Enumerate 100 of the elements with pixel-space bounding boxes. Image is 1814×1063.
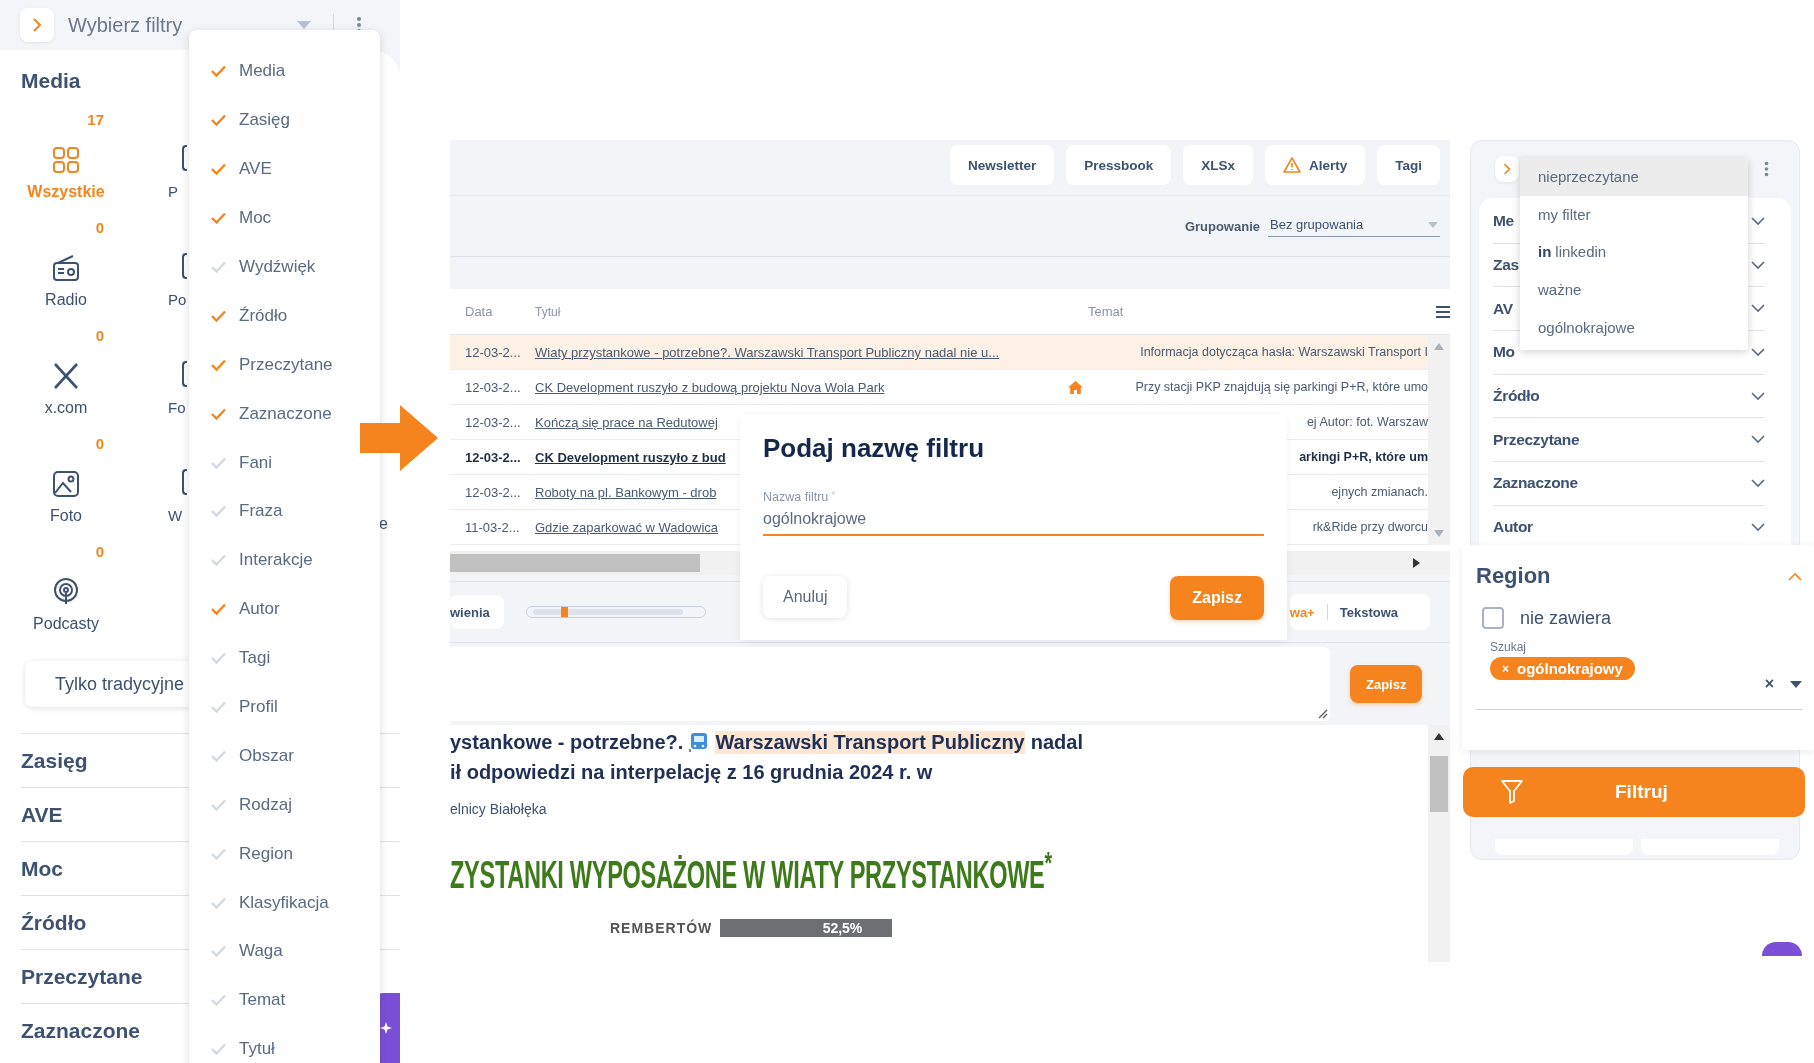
menu-item[interactable]: Tytuł [189,1024,380,1063]
grouping-select[interactable]: Bez grupowania [1268,215,1440,237]
resize-handle-icon[interactable] [1316,707,1328,719]
topic-cell: arkingi P+R, które um [1299,450,1428,464]
chevron-down-icon[interactable] [1751,304,1765,314]
scrollbar[interactable] [1428,335,1450,545]
menu-item[interactable]: Moc [189,193,380,243]
caret-icon[interactable] [1790,680,1802,688]
chevron-right-icon [1503,162,1511,175]
menu-item[interactable]: in linkedin [1520,233,1748,271]
title-link[interactable]: Wiaty przystankowe - potrzebne?. Warszawski Transport Publiczny nadal nie u... [535,345,1000,360]
section-heading[interactable]: Zaznaczone [1493,474,1578,493]
toolbar-button[interactable]: XLSx [1183,145,1253,185]
menu-item[interactable]: ogólnokrajowe [1520,308,1748,346]
expand-button[interactable] [1495,155,1519,182]
chevron-down-icon[interactable] [1751,216,1765,226]
table-row[interactable]: 12-03-2... CK Development ruszyło z budową projektu Nova Wola Park Przy stacji PKP znajdują się parkingi P+R, które umo [450,370,1428,405]
toolbar-button[interactable]: Newsletter [949,145,1055,185]
partial-icon [182,469,187,495]
article-text: ystankowe - potrzebne?. [450,730,684,754]
toolbar-button[interactable]: Pressbook [1066,145,1172,185]
chevron-up-icon[interactable] [1788,572,1802,581]
menu-item[interactable]: Waga [189,927,380,976]
scroll-down-icon[interactable] [1434,530,1444,537]
title-link[interactable]: Roboty na pl. Bankowym - drob [535,485,717,500]
checkbox-label[interactable]: nie zawiera [1520,607,1612,629]
media-type-item[interactable]: 0 Foto [0,433,132,541]
region-search-field[interactable]: Szukaj × ogólnokrajowy × [1476,637,1802,710]
toolbar-button[interactable]: Tagi [1377,145,1440,185]
view-mode-tab[interactable]: Tekstowa [1327,604,1410,620]
filter-name-field[interactable]: ogólnokrajowe [763,504,1264,536]
media-type-label[interactable]: Po [168,291,187,308]
chevron-down-icon[interactable] [1751,478,1765,488]
section-heading[interactable]: Przeczytane [1493,430,1580,449]
section-heading[interactable]: Autor [1493,518,1533,537]
scroll-right-icon[interactable] [1413,558,1420,568]
menu-item-label: ważne [1538,281,1582,299]
title-link[interactable]: CK Development ruszyło z bud [535,450,726,465]
menu-item[interactable]: ważne [1520,270,1748,309]
menu-item[interactable]: Wydźwięk [189,242,380,292]
section-heading[interactable]: Zas [1493,256,1519,275]
scrollbar-thumb[interactable] [450,554,700,572]
menu-icon[interactable] [1436,305,1450,318]
menu-item[interactable]: Temat [189,975,380,1025]
section-heading[interactable]: AV [1493,299,1513,318]
assistant-button[interactable] [1762,942,1802,956]
checkbox[interactable] [1482,607,1504,629]
menu-item[interactable]: Klasyfikacja [189,878,380,928]
chevron-down-icon[interactable] [1751,260,1765,270]
cancel-button[interactable]: Anuluj [763,576,848,618]
note-field[interactable] [450,647,1330,721]
filter-select[interactable]: Wybierz filtry [68,13,283,37]
scrollbar[interactable] [1428,725,1450,962]
menu-item[interactable]: Przeczytane [189,340,380,390]
menu-item[interactable]: Obszar [189,731,380,781]
menu-item[interactable]: Zasięg [189,95,380,145]
title-link[interactable]: Gdzie zaparkować w Wadowica [535,520,719,535]
menu-item-label: nieprzeczytane [1538,168,1639,186]
partial-icon [182,253,187,279]
scrollbar-thumb[interactable] [1430,756,1448,812]
menu-item[interactable]: Rodzaj [189,780,380,830]
menu-item[interactable]: Zaznaczone [189,389,380,439]
clear-button[interactable]: × [1764,675,1774,693]
chevron-down-icon[interactable] [1751,435,1765,445]
title-link[interactable]: Kończą się prace na Redutowej [535,415,718,430]
view-button[interactable]: wienia [450,595,504,629]
table-row[interactable]: 12-03-2... Wiaty przystankowe - potrzebne?. Warszawski Transport Publiczny nadal nie u... Informacja dotycząca hasła: Warszawski Transport I [450,335,1428,370]
slider-thumb[interactable] [561,607,569,617]
bar-label: REMBERTÓW [610,920,713,936]
title-link[interactable]: CK Development ruszyło z budową projektu Nova Wola Park [535,380,885,395]
section-heading[interactable]: Me [1493,212,1514,231]
menu-item[interactable]: Interakcje [189,535,380,585]
menu-item[interactable]: Autor [189,584,380,634]
section-heading[interactable]: Mo [1493,343,1515,362]
menu-item-label: Moc [239,208,272,229]
scroll-up-icon[interactable] [1434,733,1444,740]
chevron-down-icon[interactable] [1751,391,1765,401]
menu-item[interactable]: Źródło [189,291,380,341]
more-icon[interactable] [1764,160,1769,177]
menu-item[interactable]: my filter [1520,195,1748,234]
menu-item-label: Wydźwięk [239,257,316,277]
media-type-label[interactable]: e [379,515,388,532]
chevron-down-icon[interactable] [1751,522,1765,532]
media-type-item[interactable]: 0 Podcasty [0,541,132,649]
media-type-item[interactable]: 0 Radio [0,217,132,325]
menu-item[interactable]: nieprzeczytane [1520,158,1748,196]
section-heading[interactable]: Źródło [1493,387,1540,406]
media-type-item[interactable]: 0 x.com [0,325,132,433]
menu-item[interactable]: Fraza [189,487,380,536]
toolbar-button[interactable]: Alerty [1265,145,1366,185]
menu-item[interactable]: Media [189,47,380,96]
media-type-label[interactable]: Fo [168,399,186,416]
menu-item[interactable]: Fani [189,438,380,487]
expand-button[interactable] [20,8,54,42]
media-type-label[interactable]: P [168,183,178,200]
menu-item[interactable]: Region [189,829,380,879]
media-type-label[interactable]: W [168,507,183,524]
menu-item-label: AVE [239,159,272,180]
menu-item[interactable]: AVE [189,144,380,194]
chevron-down-icon[interactable] [1751,347,1765,357]
